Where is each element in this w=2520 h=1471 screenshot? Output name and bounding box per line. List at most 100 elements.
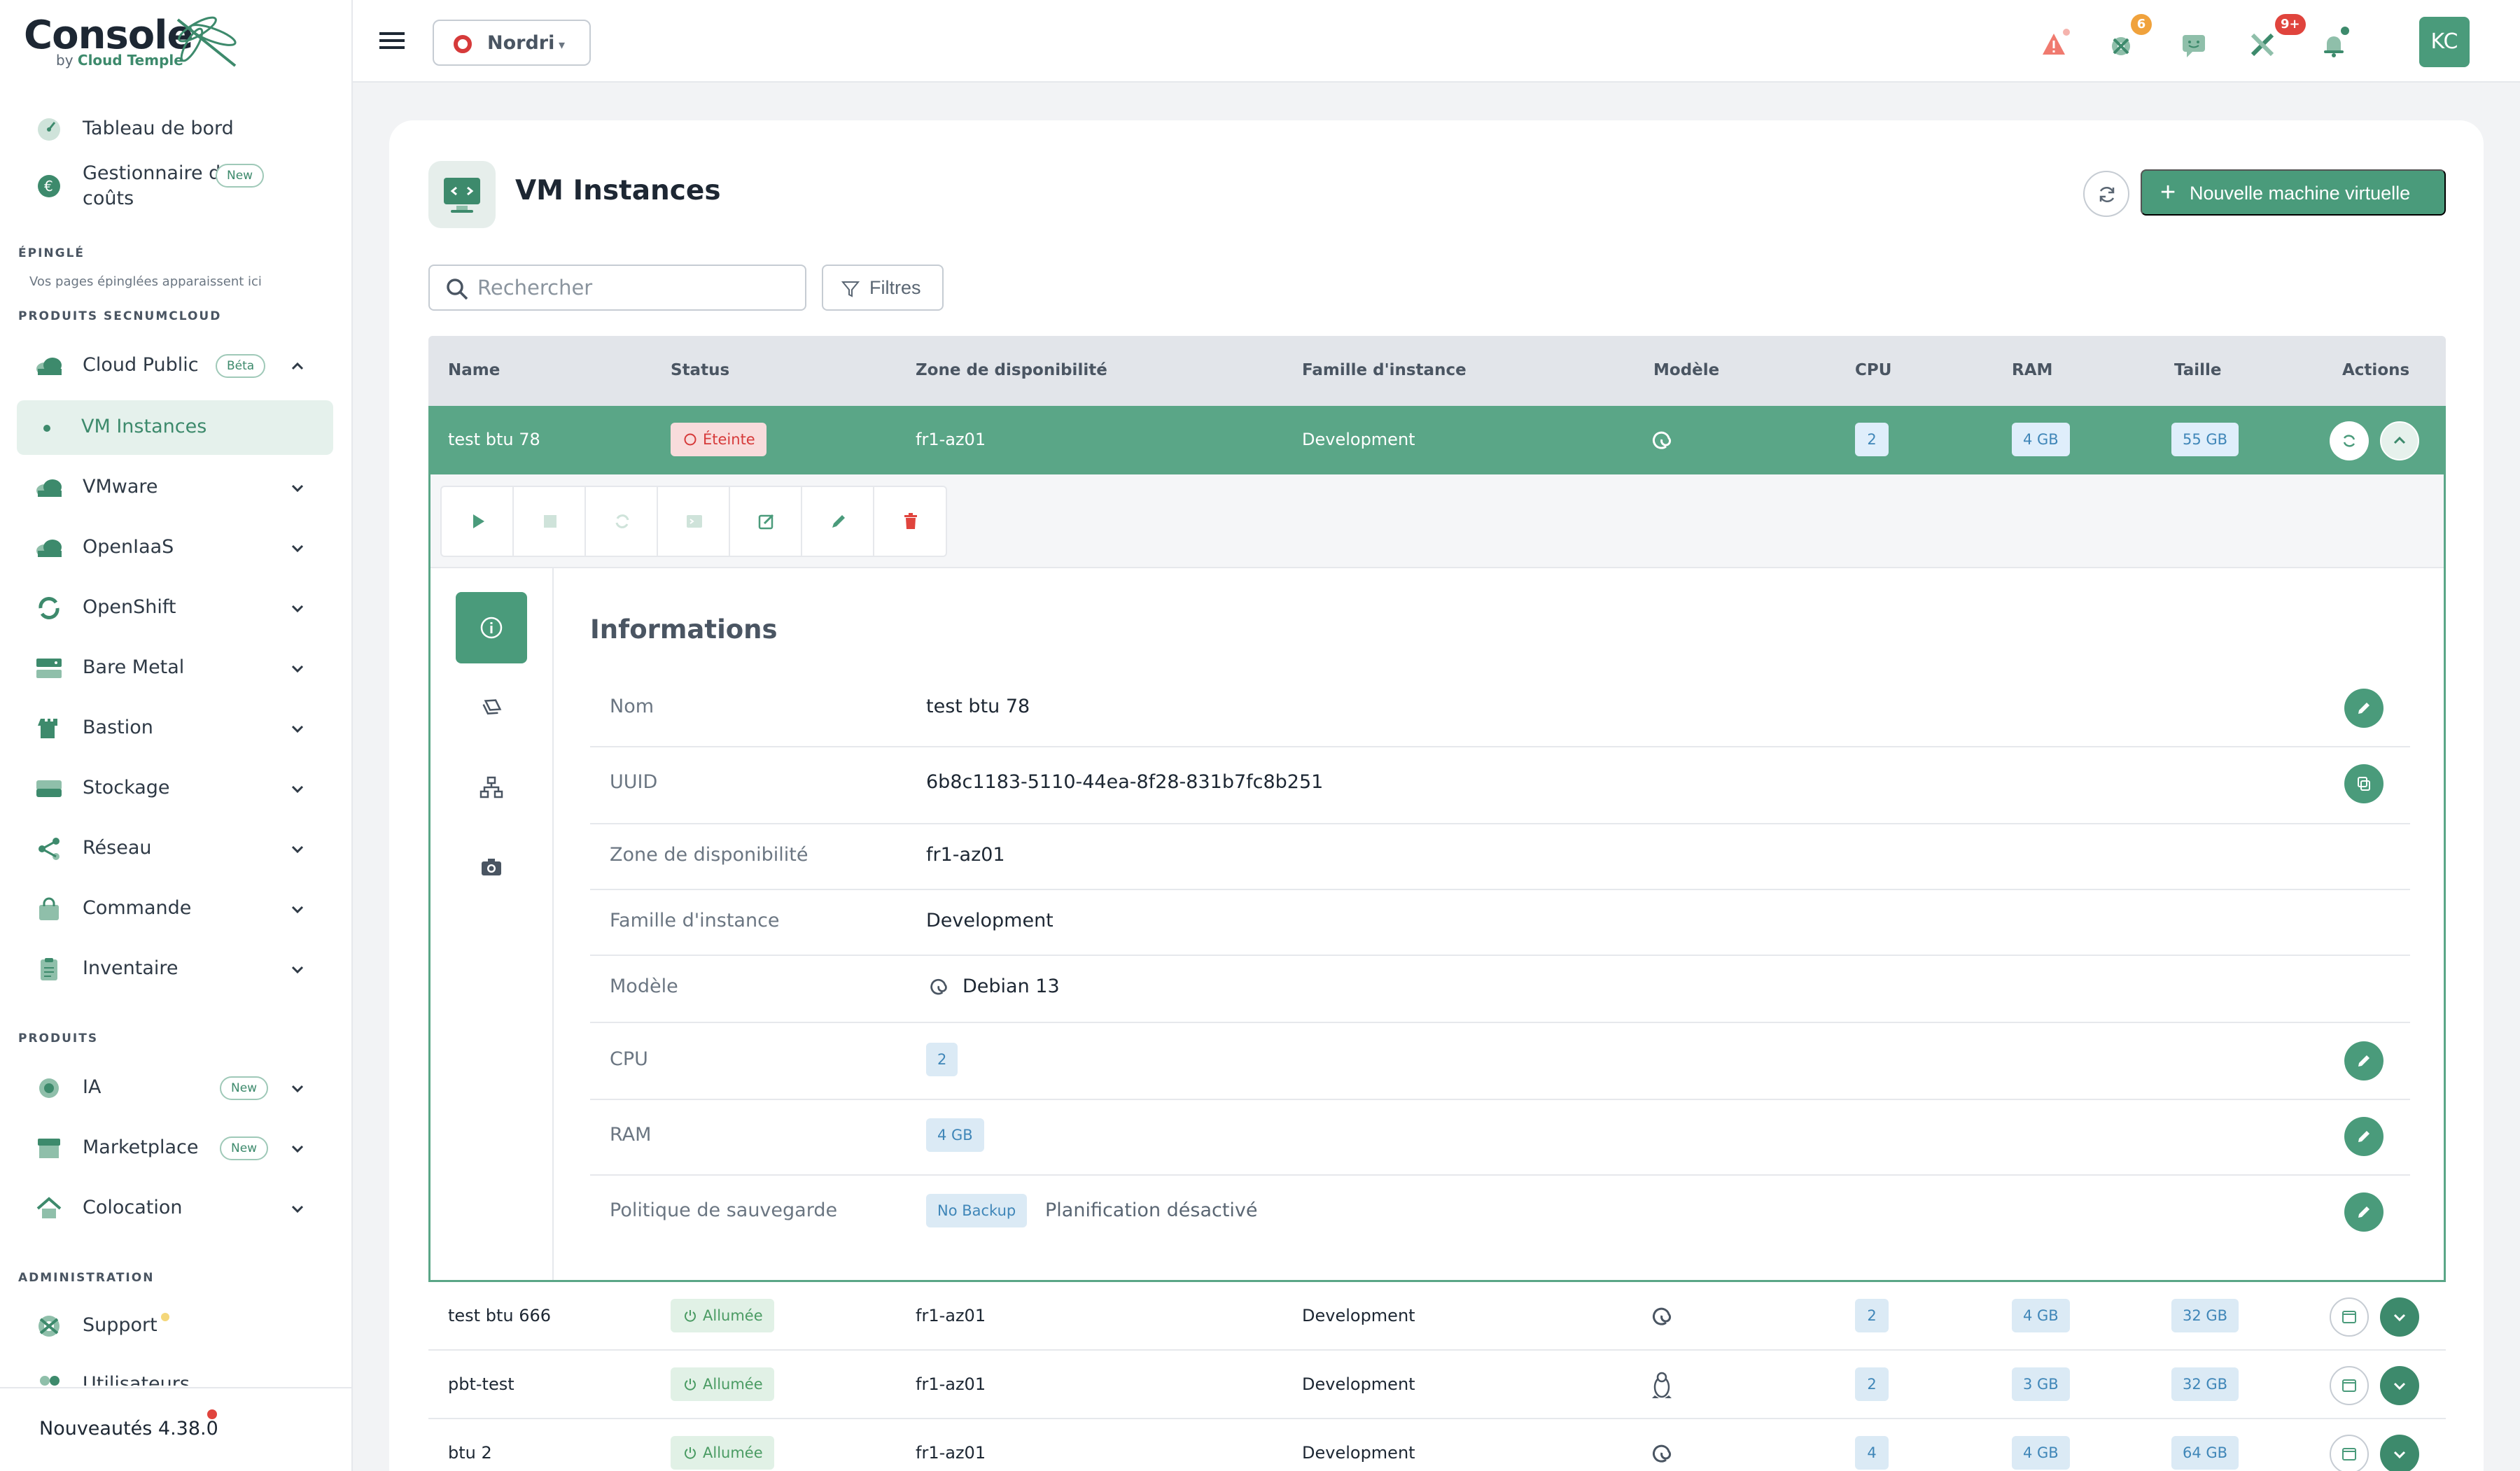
chevron-up-icon[interactable]: [290, 358, 305, 374]
edit-name-button[interactable]: [2344, 689, 2384, 728]
column-header-ram[interactable]: RAM: [2012, 361, 2052, 379]
tab-informations[interactable]: [456, 592, 527, 663]
chevron-down-icon[interactable]: [290, 962, 305, 977]
row-console-button[interactable]: [2330, 1366, 2369, 1405]
delete-vm-button[interactable]: [874, 487, 946, 556]
sidebar-item-cloud-public[interactable]: Cloud Public Béta: [17, 339, 333, 393]
dragonfly-icon: [176, 16, 237, 67]
column-header-model[interactable]: Modèle: [1653, 361, 1719, 379]
info-row-ram: RAM 4 GB: [590, 1100, 2410, 1176]
console-vm-button[interactable]: [658, 487, 730, 556]
column-header-family[interactable]: Famille d'instance: [1302, 361, 1466, 379]
sidebar-item-users[interactable]: Utilisateurs: [17, 1358, 333, 1386]
table-row-selected[interactable]: test btu 78 Éteinte fr1-az01 Development…: [428, 406, 2446, 474]
edit-ram-button[interactable]: [2344, 1117, 2384, 1156]
chevron-down-icon[interactable]: [290, 480, 305, 495]
version-link[interactable]: Nouveautés 4.38.0: [39, 1418, 218, 1440]
row-zone: fr1-az01: [916, 1306, 986, 1325]
column-header-cpu[interactable]: CPU: [1855, 361, 1891, 379]
rename-vm-button[interactable]: [802, 487, 874, 556]
table-row[interactable]: pbt-test Allumée fr1-az01 Development 2 …: [428, 1351, 2446, 1419]
alert-triangle-icon[interactable]: [2034, 24, 2073, 63]
stop-vm-button[interactable]: [514, 487, 586, 556]
sidebar-item-openshift[interactable]: OpenShift: [17, 581, 333, 635]
filters-button[interactable]: Filtres: [822, 265, 944, 311]
sidebar-item-label: Colocation: [83, 1197, 183, 1218]
sidebar-item-bastion[interactable]: Bastion: [17, 701, 333, 756]
edit-vm-button[interactable]: [730, 487, 802, 556]
chevron-down-icon[interactable]: [290, 540, 305, 556]
sidebar-item-bare-metal[interactable]: Bare Metal: [17, 641, 333, 696]
chevron-down-icon: [2393, 1451, 2406, 1459]
status-text: Allumée: [703, 1376, 763, 1393]
sidebar-item-dashboard[interactable]: Tableau de bord: [17, 102, 333, 157]
organization-select[interactable]: Nordri ▾: [433, 20, 591, 66]
column-header-status[interactable]: Status: [671, 361, 729, 379]
column-header-size[interactable]: Taille: [2174, 361, 2222, 379]
chevron-down-icon[interactable]: [290, 1201, 305, 1216]
tab-disks[interactable]: [456, 672, 527, 743]
tab-snapshots[interactable]: [456, 831, 527, 903]
column-header-name[interactable]: Name: [448, 361, 500, 379]
chevron-down-icon[interactable]: [290, 1081, 305, 1096]
chevron-down-icon[interactable]: [290, 721, 305, 736]
user-avatar[interactable]: KC: [2419, 17, 2470, 67]
sidebar-item-inventaire[interactable]: Inventaire: [17, 942, 333, 997]
sidebar-item-vmware[interactable]: VMware: [17, 460, 333, 515]
sidebar-item-commande[interactable]: Commande: [17, 882, 333, 936]
cpu-badge: 2: [926, 1043, 958, 1076]
chevron-down-icon[interactable]: [290, 600, 305, 616]
column-header-zone[interactable]: Zone de disponibilité: [916, 361, 1107, 379]
row-refresh-button[interactable]: [2330, 421, 2369, 460]
chevron-down-icon[interactable]: [290, 781, 305, 796]
table-row[interactable]: test btu 666 Allumée fr1-az01 Developmen…: [428, 1282, 2446, 1351]
tab-network[interactable]: [456, 752, 527, 823]
sidebar-item-colocation[interactable]: Colocation: [17, 1181, 333, 1236]
row-expand-button[interactable]: [2380, 1297, 2419, 1337]
sidebar-item-cost-manager[interactable]: € Gestionnaire des coûts New: [17, 154, 333, 221]
info-label: Modèle: [610, 976, 678, 997]
details-vertical-tabs: [430, 568, 554, 1280]
table-row[interactable]: btu 2 Allumée fr1-az01 Development 4 4 G…: [428, 1419, 2446, 1471]
search-input[interactable]: [477, 273, 785, 302]
edit-square-icon: [758, 514, 774, 530]
new-vm-button[interactable]: + Nouvelle machine virtuelle: [2141, 169, 2446, 216]
sidebar-item-vm-instances[interactable]: VM Instances: [17, 400, 333, 455]
sidebar-item-marketplace[interactable]: Marketplace New: [17, 1121, 333, 1176]
topbar: Nordri ▾ 6 9+ KC: [353, 0, 2520, 83]
bell-icon[interactable]: [2314, 24, 2353, 63]
power-icon: [685, 1379, 696, 1391]
chevron-down-icon: [2393, 1314, 2406, 1322]
edit-backup-button[interactable]: [2344, 1192, 2384, 1232]
hamburger-menu-icon[interactable]: [378, 29, 406, 52]
chevron-down-icon[interactable]: [290, 841, 305, 857]
search-icon: [447, 279, 468, 300]
sidebar-item-ia[interactable]: IA New: [17, 1061, 333, 1115]
row-console-button[interactable]: [2330, 1435, 2369, 1471]
row-console-button[interactable]: [2330, 1297, 2369, 1337]
sidebar-item-support[interactable]: Support: [17, 1299, 333, 1353]
sidebar-item-label: Cloud Public: [83, 354, 199, 376]
sidebar-item-reseau[interactable]: Réseau: [17, 822, 333, 876]
info-value: fr1-az01: [926, 844, 1005, 866]
trash-icon: [904, 513, 917, 529]
console-logo[interactable]: Console by Cloud Temple: [24, 13, 237, 69]
info-label: Nom: [610, 696, 654, 717]
chevron-down-icon[interactable]: [290, 901, 305, 917]
row-expand-button[interactable]: [2380, 1435, 2419, 1471]
copy-uuid-button[interactable]: [2344, 764, 2384, 803]
refresh-button[interactable]: [2083, 171, 2129, 217]
edit-cpu-button[interactable]: [2344, 1041, 2384, 1081]
console-icon: [687, 515, 702, 528]
row-expand-button[interactable]: [2380, 1366, 2419, 1405]
chevron-down-icon[interactable]: [290, 661, 305, 676]
start-vm-button[interactable]: [442, 487, 514, 556]
info-label: RAM: [610, 1124, 652, 1146]
chevron-down-icon[interactable]: [290, 1141, 305, 1156]
off-circle-icon: [684, 433, 696, 446]
restart-vm-button[interactable]: [586, 487, 658, 556]
sidebar-item-stockage[interactable]: Stockage: [17, 761, 333, 816]
row-collapse-button[interactable]: [2380, 421, 2419, 460]
chat-icon[interactable]: [2174, 24, 2213, 63]
sidebar-item-openiaas[interactable]: OpenIaaS: [17, 521, 333, 575]
